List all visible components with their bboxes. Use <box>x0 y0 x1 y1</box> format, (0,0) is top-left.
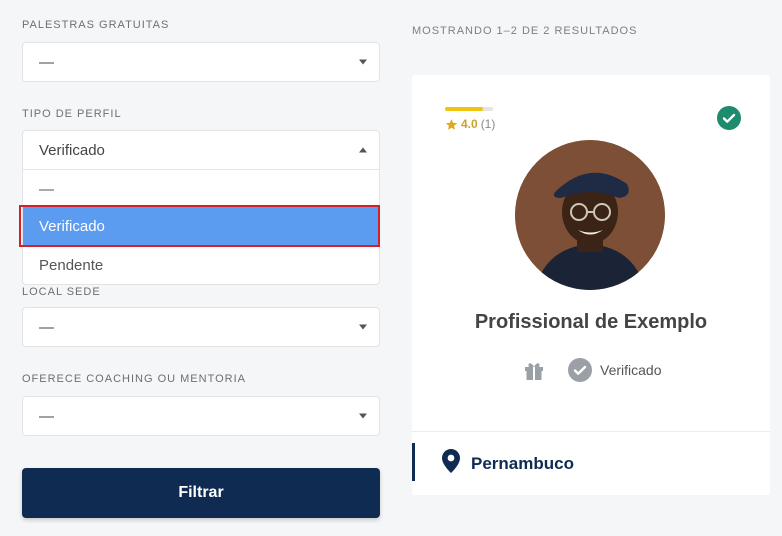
palestras-label: PALESTRAS GRATUITAS <box>22 19 170 31</box>
rating: 4.0 (1) <box>445 117 495 131</box>
profile-card[interactable]: 4.0 (1) Profissional de Exemplo Verifica… <box>412 75 770 495</box>
rating-score: 4.0 <box>461 117 478 131</box>
location-accent <box>412 443 415 481</box>
local-sede-label: LOCAL SEDE <box>22 286 101 298</box>
verified-check-icon <box>717 106 741 130</box>
local-sede-value: — <box>39 318 54 336</box>
tipo-perfil-value: Verificado <box>39 141 105 159</box>
chevron-down-icon <box>359 413 367 419</box>
rating-count: (1) <box>480 117 496 131</box>
tipo-perfil-dropdown: — Verificado Pendente <box>22 170 380 285</box>
palestras-value: — <box>39 53 54 71</box>
location-pin-icon <box>442 449 460 473</box>
profile-meta: Verificado <box>522 358 661 382</box>
results-summary: MOSTRANDO 1–2 DE 2 RESULTADOS <box>412 25 638 37</box>
coaching-label: OFERECE COACHING OU MENTORIA <box>22 373 246 385</box>
verified-status-text: Verificado <box>600 362 662 378</box>
option-verificado[interactable]: Verificado <box>23 207 379 245</box>
profile-name[interactable]: Profissional de Exemplo <box>412 311 770 334</box>
chevron-down-icon <box>359 324 367 330</box>
gift-icon <box>525 363 543 380</box>
verified-status-icon <box>568 358 592 382</box>
tipo-perfil-label: TIPO DE PERFIL <box>22 108 122 120</box>
chevron-up-icon <box>359 147 367 153</box>
option-empty[interactable]: — <box>23 170 379 208</box>
avatar[interactable] <box>515 140 665 290</box>
card-divider <box>412 431 770 432</box>
coaching-select[interactable]: — <box>22 396 380 436</box>
location-text: Pernambuco <box>471 454 574 473</box>
palestras-select[interactable]: — <box>22 42 380 82</box>
local-sede-select[interactable]: — <box>22 307 380 347</box>
option-pendente[interactable]: Pendente <box>23 246 379 284</box>
rating-bar <box>445 107 493 111</box>
filter-button[interactable]: Filtrar <box>22 468 380 518</box>
coaching-value: — <box>39 407 54 425</box>
star-icon <box>445 118 458 130</box>
chevron-down-icon <box>359 59 367 65</box>
tipo-perfil-select[interactable]: Verificado <box>22 130 380 170</box>
